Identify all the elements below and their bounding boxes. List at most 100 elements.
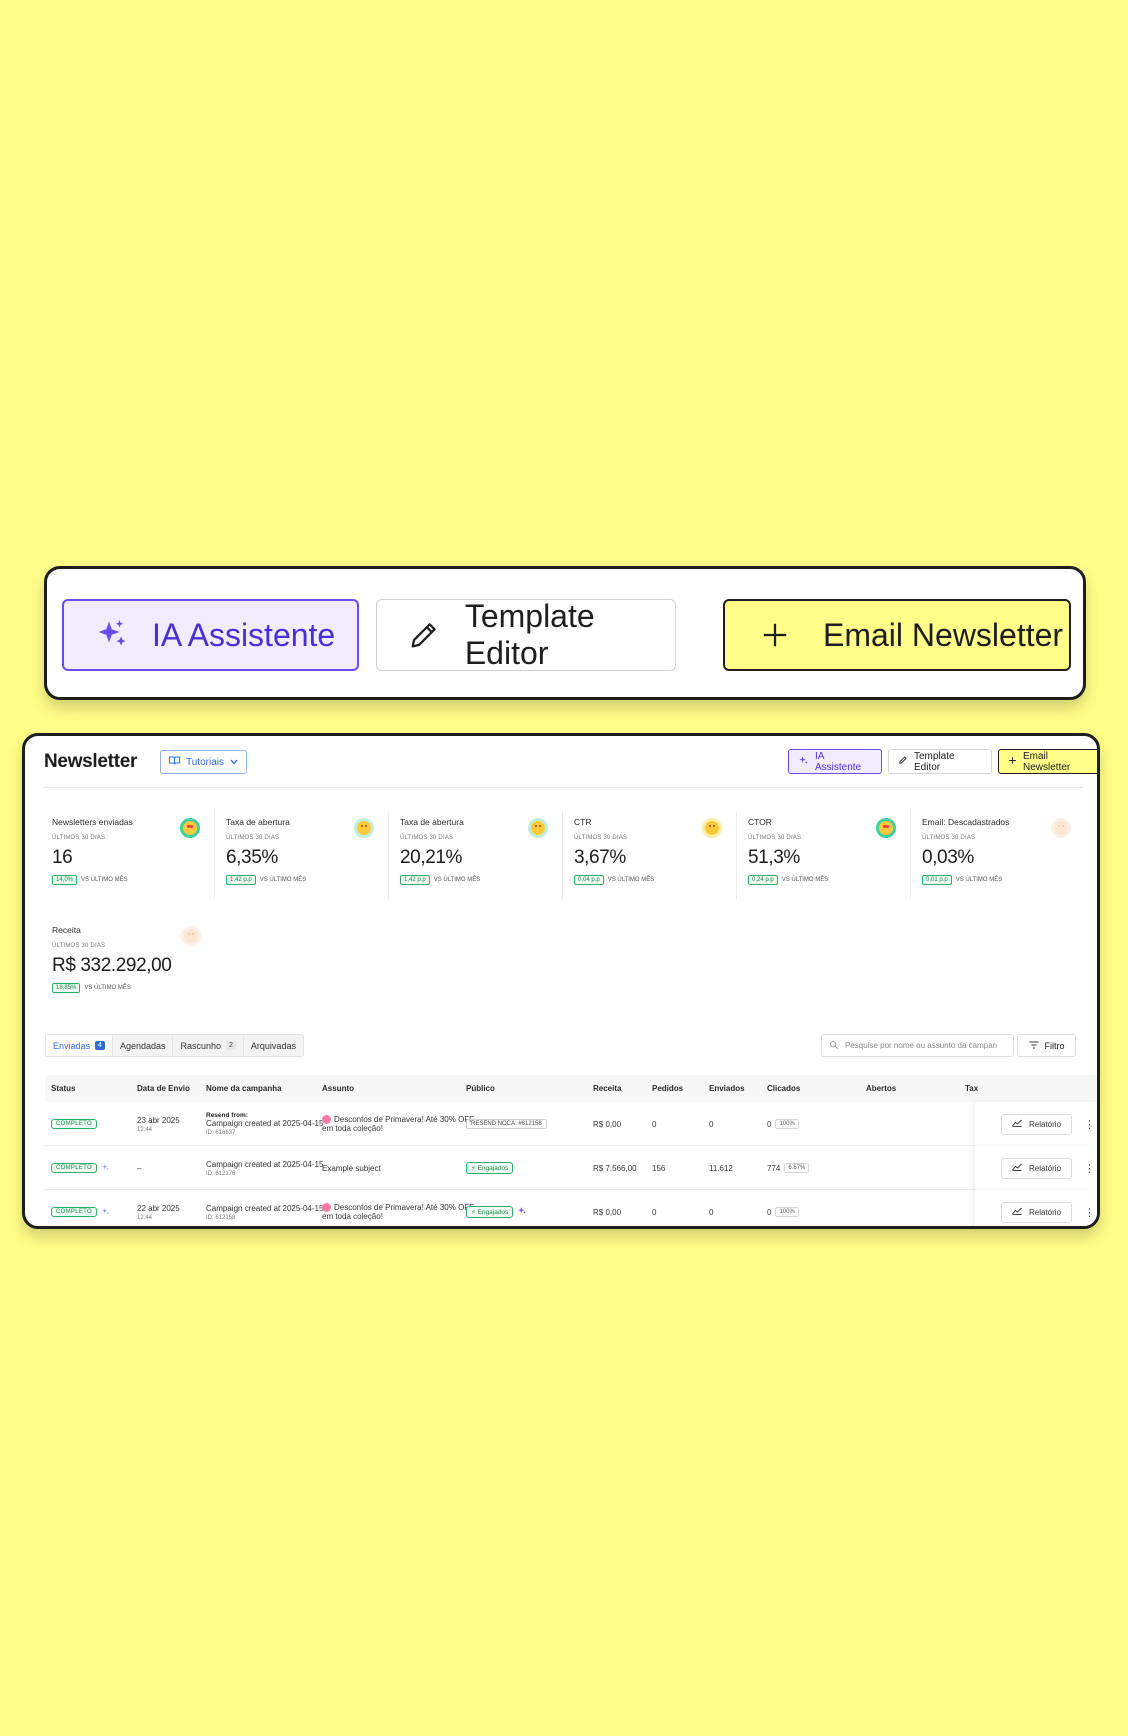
revenue-value: R$ 0,00 (593, 1207, 622, 1217)
report-button[interactable]: Relatório (1001, 1157, 1073, 1179)
column-header[interactable]: Clicados (767, 1084, 800, 1093)
send-time: 12:44 (137, 1214, 153, 1221)
plus-icon (1008, 756, 1017, 768)
smile-emoji-icon (528, 818, 548, 838)
metric-value: 16 (52, 847, 73, 868)
table-row[interactable]: COMPLETO – Campaign created at 2025-04-1… (45, 1146, 1097, 1190)
sparkles-icon (798, 755, 809, 769)
sparkles-icon (92, 615, 132, 655)
column-header[interactable]: Público (466, 1084, 495, 1093)
orders-value: 156 (652, 1163, 666, 1173)
column-header[interactable]: Data de Envio (137, 1084, 190, 1093)
more-vertical-icon[interactable]: ⋮ (1084, 1162, 1095, 1175)
tab-rascunho[interactable]: Rascunho 2 (173, 1035, 244, 1056)
template-editor-button[interactable]: Template Editor (888, 749, 992, 774)
chart-icon (1012, 1119, 1022, 1129)
heart-eyes-emoji-icon (876, 818, 896, 838)
table-row[interactable]: COMPLETO 23 abr 2025 12:44 Resend from: Ca… (45, 1102, 1097, 1146)
template-editor-label-large: Template Editor (464, 598, 595, 671)
campaigns-table: Status Data de Envio Nome da campanha As… (45, 1075, 1097, 1226)
tab-enviadas[interactable]: Enviadas 4 (46, 1035, 113, 1056)
flower-icon (322, 1115, 331, 1124)
audience-tag: RESEND NOCA: #612158 (466, 1119, 547, 1129)
send-time: 12:44 (137, 1126, 153, 1133)
metric-delta: 0,04 p.p (574, 875, 604, 885)
tab-arquivadas[interactable]: Arquivadas (244, 1035, 303, 1056)
metric-delta: 14,0% (52, 875, 78, 885)
metric-card: Taxa de abertura ÚLTIMOS 30 DIAS 20,21% … (393, 811, 563, 899)
search-input[interactable]: Pesquise por nome ou assunto da campan (821, 1034, 1014, 1057)
subject-line: Descontos de Primavera! Até 30% OFF (334, 1115, 475, 1124)
email-newsletter-label: Email Newsletter (1023, 750, 1071, 773)
chevron-down-icon (230, 757, 238, 768)
table-header: Status Data de Envio Nome da campanha As… (45, 1075, 1097, 1102)
metric-card: Taxa de abertura ÚLTIMOS 30 DIAS 6,35% 1… (219, 811, 389, 899)
tab-label: Enviadas (53, 1040, 91, 1051)
email-newsletter-label-large: Email Newsletter (823, 616, 1064, 653)
report-button[interactable]: Relatório (1001, 1201, 1073, 1223)
page-title: Newsletter (44, 751, 138, 772)
column-header[interactable]: Pedidos (652, 1084, 683, 1093)
column-header[interactable]: Status (51, 1084, 75, 1093)
revenue-value: R$ 0,00 (593, 1119, 622, 1129)
chart-icon (1012, 1163, 1022, 1173)
subject-line: Example subject (322, 1163, 381, 1173)
metric-delta: 1,42 p.p (226, 875, 256, 885)
report-label: Relatório (1029, 1207, 1062, 1217)
more-vertical-icon[interactable]: ⋮ (1084, 1206, 1095, 1219)
table-row[interactable]: COMPLETO 22 abr 2025 12:44 Campaign creat… (45, 1190, 1097, 1226)
tutoriais-label: Tutoriais (186, 756, 224, 768)
metric-delta: 18,85% (52, 983, 81, 993)
metric-card: Receita ÚLTIMOS 30 DIAS R$ 332.292,00 18… (45, 919, 215, 1007)
metric-compare: VS ÚLTIMO MÊS (781, 877, 829, 883)
neutral-emoji-icon (1051, 818, 1071, 838)
template-editor-label: Template Editor (914, 750, 955, 773)
sent-value: 11.612 (709, 1163, 733, 1173)
column-header[interactable]: Receita (593, 1084, 621, 1093)
metric-value: 3,67% (574, 847, 626, 868)
heart-eyes-emoji-icon (180, 818, 200, 838)
tab-label: Arquivadas (250, 1040, 296, 1051)
tab-label: Rascunho (180, 1040, 222, 1051)
column-header[interactable]: Assunto (322, 1084, 354, 1093)
zoomed-toolbar: IA Assistente Template Editor Email News… (44, 566, 1086, 700)
search-placeholder: Pesquise por nome ou assunto da campan (845, 1041, 998, 1050)
metric-compare: VS ÚLTIMO MÊS (433, 877, 481, 883)
metric-delta: 0,01 p.p (922, 875, 952, 885)
tab-count-badge: 4 (95, 1041, 105, 1050)
tab-count-badge: 2 (226, 1041, 236, 1050)
lightning-icon: ⚡ (471, 1165, 476, 1172)
template-editor-button-large[interactable]: Template Editor (376, 598, 676, 671)
plus-icon (755, 615, 795, 655)
campaign-name[interactable]: Campaign created at 2025-04-15 (206, 1119, 323, 1128)
campaign-name[interactable]: Campaign created at 2025-04-15 (206, 1160, 323, 1169)
thinking-emoji-icon (702, 818, 722, 838)
sent-value: 0 (709, 1207, 714, 1217)
smile-emoji-icon (354, 818, 374, 838)
metric-compare: VS ÚLTIMO MÊS (81, 877, 128, 883)
sparkles-icon (517, 1206, 527, 1218)
ia-assistente-button-large[interactable]: IA Assistente (62, 599, 359, 671)
audience-label: Engajados (477, 1208, 509, 1216)
audience-tag: ⚡ Engajados (466, 1162, 514, 1174)
ia-assistente-label: IA Assistente (815, 750, 862, 773)
email-newsletter-button[interactable]: Email Newsletter (998, 749, 1097, 774)
audience-label: Engajados (477, 1164, 509, 1172)
filter-button[interactable]: Filtro (1017, 1034, 1076, 1057)
metric-value: 51,3% (748, 847, 800, 868)
clicks-value: 774 (767, 1163, 781, 1173)
sent-value: 0 (709, 1119, 714, 1129)
report-button[interactable]: Relatório (1001, 1113, 1073, 1135)
tutoriais-dropdown[interactable]: Tutoriais (160, 750, 247, 774)
column-header[interactable]: Abertos (866, 1084, 896, 1093)
email-newsletter-button-large[interactable]: Email Newsletter (723, 599, 1071, 671)
subject-line: Descontos de Primavera! Até 30% OFF (334, 1203, 475, 1212)
column-header[interactable]: Tax (965, 1084, 978, 1093)
column-header[interactable]: Nome da campanha (206, 1084, 282, 1093)
ia-assistente-button[interactable]: IA Assistente (788, 749, 882, 774)
row-actions: Relatório ⋮ (975, 1146, 1097, 1190)
tab-agendadas[interactable]: Agendadas (113, 1035, 174, 1056)
column-header[interactable]: Enviados (709, 1084, 745, 1093)
campaign-name[interactable]: Campaign created at 2025-04-15 (206, 1204, 323, 1213)
more-vertical-icon[interactable]: ⋮ (1084, 1118, 1095, 1131)
